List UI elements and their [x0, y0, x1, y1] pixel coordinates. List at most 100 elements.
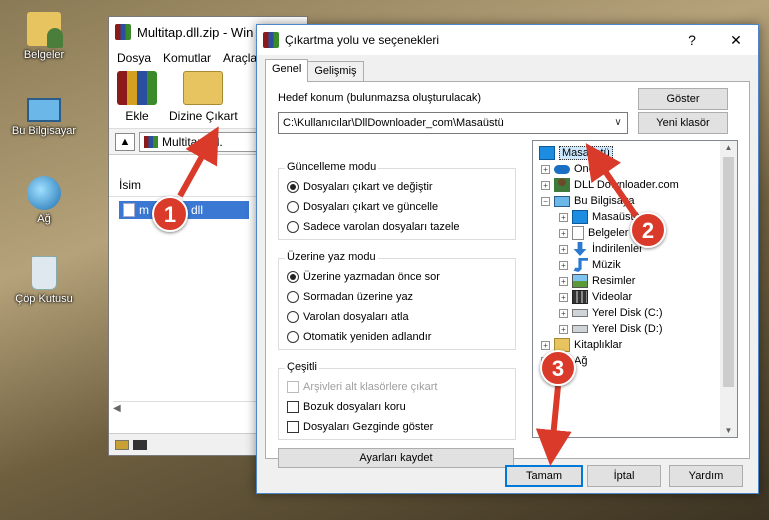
tree-node-music[interactable]: + Müzik — [559, 257, 621, 273]
checkbox[interactable] — [287, 401, 299, 413]
extract-to-button[interactable]: Dizine Çıkart — [169, 71, 238, 123]
tree-node-label: Kitaplıklar — [574, 339, 623, 351]
desktop-icon-label: Bu Bilgisayar — [11, 125, 77, 137]
option-label: Dosyaları çıkart ve güncelle — [303, 201, 439, 213]
update-mode-title: Güncelleme modu — [285, 161, 379, 173]
new-folder-button[interactable]: Yeni klasör — [638, 112, 728, 134]
save-settings-button[interactable]: Ayarları kaydet — [278, 448, 514, 468]
extract-folder-icon — [183, 71, 224, 105]
computer-icon — [554, 195, 570, 207]
overwrite-option-ask[interactable]: Üzerine yazmadan önce sor — [287, 271, 440, 283]
radio[interactable] — [287, 221, 299, 233]
misc-title: Çeşitli — [285, 361, 319, 373]
tree-node-this-pc[interactable]: − Bu Bilgisaya — [541, 193, 635, 209]
scroll-up-icon[interactable]: ▲ — [720, 143, 737, 152]
radio[interactable] — [287, 291, 299, 303]
scrollbar-thumb[interactable] — [723, 157, 734, 387]
tree-node-pictures[interactable]: + Resimler — [559, 273, 635, 289]
checkbox-disabled — [287, 381, 299, 393]
misc-option-keep-broken[interactable]: Bozuk dosyaları koru — [287, 401, 406, 413]
misc-group: Çeşitli Arşivleri alt klasörlere çıkart … — [278, 361, 516, 440]
tree-node-onedrive[interactable]: + OneD — [541, 161, 603, 177]
general-panel: Hedef konum (bulunmazsa oluşturulacak) C… — [265, 81, 750, 468]
show-button[interactable]: Göster — [638, 88, 728, 110]
add-button[interactable]: Ekle — [117, 71, 157, 123]
folder-tree[interactable]: Masaüstü + OneD + DLL Downloader.com − B… — [532, 140, 738, 438]
dialog-titlebar[interactable]: Çıkartma yolu ve seçenekleri ? ✕ — [257, 25, 758, 55]
desktop-icon-documents[interactable]: Belgeler — [4, 12, 84, 61]
tree-node-disk-c[interactable]: + Yerel Disk (C:) — [559, 305, 663, 321]
radio-selected[interactable] — [287, 271, 299, 283]
collapse-icon[interactable]: − — [541, 196, 550, 206]
add-label: Ekle — [125, 109, 149, 123]
menu-file[interactable]: Dosya — [111, 51, 157, 65]
overwrite-option-skip[interactable]: Varolan dosyaları atla — [287, 311, 409, 323]
tree-node-label: OneD — [574, 163, 603, 175]
help-button[interactable]: Yardım — [669, 465, 743, 487]
expand-icon[interactable]: + — [559, 276, 568, 286]
expand-icon[interactable]: + — [541, 164, 550, 174]
expand-icon[interactable]: + — [541, 340, 550, 350]
music-note-icon — [573, 258, 588, 272]
update-option-extract-update[interactable]: Dosyaları çıkart ve güncelle — [287, 201, 438, 213]
ok-button[interactable]: Tamam — [505, 465, 583, 487]
tree-node-disk-d[interactable]: + Yerel Disk (D:) — [559, 321, 663, 337]
winrar-horizontal-scrollbar[interactable]: ◀ — [113, 401, 259, 417]
tree-node-videos[interactable]: + Videolar — [559, 289, 632, 305]
destination-label: Hedef konum (bulunmazsa oluşturulacak) — [278, 92, 481, 104]
tree-node-label: Yerel Disk (C:) — [592, 307, 663, 319]
tab-advanced[interactable]: Gelişmiş — [307, 61, 364, 82]
tree-node-documents[interactable]: + Belgeler — [559, 225, 628, 241]
expand-icon[interactable]: + — [559, 244, 568, 254]
update-option-freshen[interactable]: Sadece varolan dosyaları tazele — [287, 221, 460, 233]
expand-icon[interactable]: + — [559, 292, 568, 302]
menu-commands[interactable]: Komutlar — [157, 51, 217, 65]
help-icon[interactable]: ? — [670, 25, 714, 55]
tree-node-pc-desktop[interactable]: + Masaüstü — [559, 209, 640, 225]
expand-icon[interactable]: + — [559, 308, 568, 318]
tree-node-downloads[interactable]: + İndirilenler — [559, 241, 643, 257]
scroll-down-icon[interactable]: ▼ — [720, 426, 737, 435]
tab-general[interactable]: Genel — [265, 59, 309, 82]
chevron-down-icon[interactable]: ∨ — [609, 113, 627, 133]
overwrite-option-rename[interactable]: Otomatik yeniden adlandır — [287, 331, 431, 343]
download-arrow-icon — [573, 242, 587, 256]
document-icon — [572, 226, 584, 240]
destination-path-input[interactable]: C:\Kullanıcılar\DllDownloader_com\Masaüs… — [278, 112, 628, 134]
update-option-extract-replace[interactable]: Dosyaları çıkart ve değiştir — [287, 181, 433, 193]
tree-node-label: Videolar — [592, 291, 633, 303]
expand-icon[interactable]: + — [559, 324, 568, 334]
close-icon[interactable]: ✕ — [714, 25, 758, 55]
misc-option-show-in-explorer[interactable]: Dosyaları Gezginde göster — [287, 421, 433, 433]
up-folder-button[interactable]: ▲ — [115, 132, 135, 151]
network-globe-icon — [27, 176, 61, 210]
scroll-left-icon[interactable]: ◀ — [113, 403, 121, 414]
tree-node-label: Yerel Disk (D:) — [592, 323, 663, 335]
tree-vertical-scrollbar[interactable]: ▲ ▼ — [720, 141, 737, 437]
desktop-icon — [539, 146, 555, 160]
desktop-icon-network[interactable]: Ağ — [4, 176, 84, 225]
overwrite-option-without-prompt[interactable]: Sormadan üzerine yaz — [287, 291, 413, 303]
radio[interactable] — [287, 201, 299, 213]
option-label: Arşivleri alt klasörlere çıkart — [303, 381, 438, 393]
expand-icon[interactable]: + — [541, 180, 550, 190]
expand-icon[interactable]: + — [559, 212, 568, 222]
computer-icon — [27, 98, 61, 122]
desktop-icon-recycle-bin[interactable]: Çöp Kutusu — [4, 256, 84, 305]
overwrite-mode-group: Üzerine yaz modu Üzerine yazmadan önce s… — [278, 251, 516, 350]
checkbox[interactable] — [287, 421, 299, 433]
tree-node-desktop[interactable]: Masaüstü — [539, 145, 613, 161]
desktop-icon-this-pc[interactable]: Bu Bilgisayar — [4, 92, 84, 137]
expand-icon[interactable]: + — [559, 228, 568, 238]
radio-selected[interactable] — [287, 181, 299, 193]
tree-node-user[interactable]: + DLL Downloader.com — [541, 177, 679, 193]
radio[interactable] — [287, 311, 299, 323]
tree-node-label: Masaüstü — [559, 146, 613, 160]
hard-disk-icon — [572, 309, 588, 317]
desktop-icon-label: Ağ — [37, 213, 51, 225]
option-label: Dosyaları Gezginde göster — [303, 421, 434, 433]
cancel-button[interactable]: İptal — [587, 465, 661, 487]
radio[interactable] — [287, 331, 299, 343]
option-label: Otomatik yeniden adlandır — [303, 331, 432, 343]
expand-icon[interactable]: + — [559, 260, 568, 270]
